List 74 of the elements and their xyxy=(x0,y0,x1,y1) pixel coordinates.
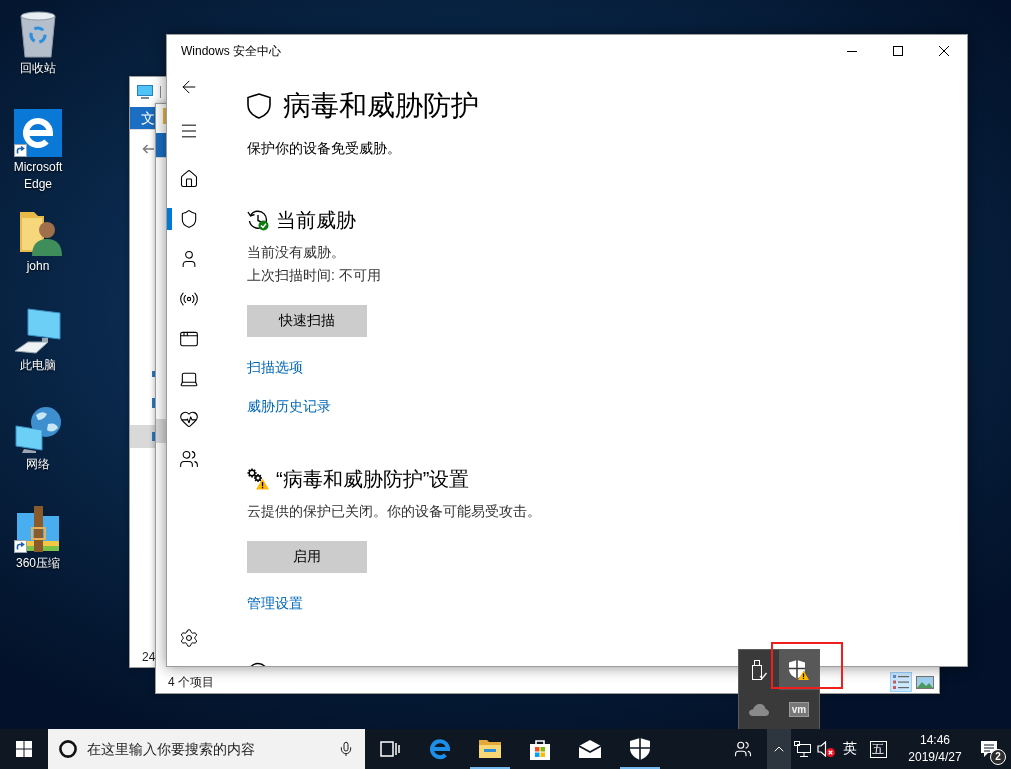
section-heading: 当前威胁 xyxy=(276,208,356,233)
clock-date[interactable]: 2019/4/27 xyxy=(908,749,962,766)
section-heading: “病毒和威胁防护”设置 xyxy=(276,467,470,492)
status-text: 当前没有威胁。 xyxy=(247,243,345,262)
message-icon xyxy=(981,740,997,758)
computer-icon xyxy=(137,85,153,99)
microphone-icon[interactable] xyxy=(338,741,354,757)
shield-warning-icon[interactable] xyxy=(789,660,809,680)
desktop-icon-label[interactable]: john xyxy=(26,258,50,275)
home-icon xyxy=(179,169,199,189)
ring-icon xyxy=(59,740,77,758)
link[interactable]: 扫描选项 xyxy=(247,357,303,377)
network-monitor-icon[interactable] xyxy=(794,741,811,757)
search-field[interactable]: 在这里输入你要搜索的内容 xyxy=(48,729,365,769)
ime-mode-indicator[interactable]: 五 xyxy=(869,740,887,758)
shield-icon xyxy=(247,93,271,119)
ribbon-tab[interactable]: 文 xyxy=(141,108,155,128)
desktop-icon-label[interactable]: 此电脑 xyxy=(20,357,56,374)
list-icon xyxy=(893,675,909,689)
selected-row[interactable] xyxy=(130,425,155,448)
link[interactable]: 管理设置 xyxy=(247,593,303,613)
window-icon xyxy=(179,329,199,349)
desktop-icon-label[interactable]: 回收站 xyxy=(20,60,56,77)
browser-logo-icon[interactable] xyxy=(14,109,62,157)
speaker-icon[interactable] xyxy=(817,741,835,757)
desktop-icon-label[interactable]: Microsoft Edge xyxy=(0,159,76,193)
details-view-button[interactable] xyxy=(890,672,912,692)
network-globe-icon[interactable] xyxy=(14,406,62,454)
window-title: Windows 安全中心 xyxy=(181,42,281,60)
tray-icon-button[interactable]: vm xyxy=(779,690,819,729)
computer-icon[interactable] xyxy=(14,307,62,355)
picture-icon xyxy=(916,675,934,689)
action-center-button[interactable]: 2 xyxy=(976,729,1011,769)
page-description: 保护你的设备免受威胁。 xyxy=(247,139,401,158)
tray-icon-button[interactable] xyxy=(779,650,819,690)
nav-icon xyxy=(152,371,155,377)
action-button[interactable]: 快速扫描 xyxy=(247,305,367,337)
page-heading: 病毒和威胁防护 xyxy=(283,89,479,123)
shield-icon[interactable] xyxy=(630,738,650,760)
desktop-icon-label[interactable]: 360压缩 xyxy=(16,555,60,572)
status-text: 24 xyxy=(142,648,156,665)
task-view-icon[interactable] xyxy=(380,741,400,757)
maximize-icon xyxy=(893,46,903,56)
nav-icon xyxy=(152,398,155,408)
people-icon xyxy=(179,449,199,469)
status-text: 云提供的保护已关闭。你的设备可能易受攻击。 xyxy=(247,502,541,521)
link[interactable]: 威胁历史记录 xyxy=(247,396,331,416)
clock-time[interactable]: 14:46 xyxy=(920,732,950,749)
heart-pulse-icon xyxy=(179,409,199,429)
minimize-icon xyxy=(847,50,857,52)
gears-warning-icon xyxy=(247,468,269,490)
cloud-icon[interactable] xyxy=(749,703,769,716)
nav-icon xyxy=(152,432,155,441)
shield-icon xyxy=(179,209,199,229)
input-language-button[interactable]: 英 xyxy=(838,729,862,769)
folder-icon[interactable] xyxy=(479,740,501,758)
action-button[interactable]: 启用 xyxy=(247,541,367,573)
browser-icon[interactable] xyxy=(429,738,451,760)
clock-check-icon xyxy=(247,209,269,231)
highlight-frame xyxy=(771,642,843,689)
usb-drive-icon[interactable] xyxy=(751,660,767,680)
status-text: 4 个项目 xyxy=(168,674,214,690)
desktop-icon-label[interactable]: 网络 xyxy=(26,456,50,473)
settings-icon[interactable] xyxy=(179,628,199,648)
notification-badge: 2 xyxy=(990,749,1006,765)
people-icon[interactable] xyxy=(734,740,752,758)
folder-icon xyxy=(163,108,166,124)
archive-briefcase-icon[interactable] xyxy=(14,505,62,553)
envelope-icon[interactable] xyxy=(579,740,601,758)
vm-logo[interactable]: vm xyxy=(788,702,810,717)
store-bag-icon[interactable] xyxy=(530,738,550,760)
status-text: 上次扫描时间: 不可用 xyxy=(247,266,381,285)
windows-logo-icon[interactable] xyxy=(16,741,32,757)
close-icon xyxy=(939,46,949,56)
